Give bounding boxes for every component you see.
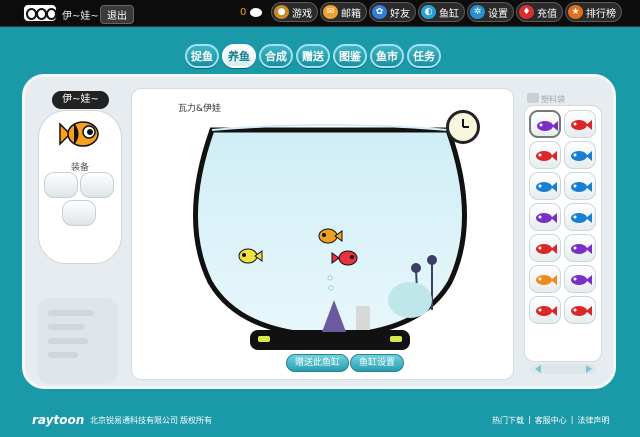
bag-slot[interactable] [564,141,596,169]
fish-item-icon [537,121,558,131]
inactive-info-panel [38,298,118,384]
fish-item-icon [571,275,592,285]
bag-next-arrow-icon[interactable] [586,365,592,373]
tab-gift[interactable]: 赠送 [296,44,330,68]
clock-icon[interactable] [446,110,480,144]
tab-catalog[interactable]: 图鉴 [333,44,367,68]
top-nav: ● 游戏 ✉ 邮箱 ✿ 好友 ◐ 鱼缸 ✲ 设置 ♦ 充值 ★ 排行榜 [271,2,622,22]
fish-bowl [193,124,467,350]
tab-raise-fish[interactable]: 养鱼 [222,44,256,68]
copyright-text: 版权所有 [180,416,212,425]
mail-icon: ✉ [323,5,338,19]
tab-catch-fish[interactable]: 捉鱼 [185,44,219,68]
footer-link-support[interactable]: 客服中心 [535,415,567,426]
footer-links: 热门下载 | 客服中心 | 法律声明 [492,415,609,426]
fish-item-icon [536,213,557,223]
fish-item-icon [571,213,592,223]
bag-slot[interactable] [564,234,596,262]
bag-slot[interactable] [529,296,561,324]
fish-item-icon [571,182,592,192]
nav-friends-button[interactable]: ✿ 好友 [369,2,416,22]
fish-item-icon [536,182,557,192]
fish-item-icon [536,151,557,161]
bag-slot[interactable] [564,203,596,231]
equip-slot[interactable] [62,200,96,226]
separator: | [570,415,574,424]
plastic-bag-icon [527,93,539,103]
tank-settings-button[interactable]: 鱼缸设置 [350,354,405,372]
nav-fishtank-button[interactable]: ◐ 鱼缸 [418,2,465,22]
bag-label: 塑料袋 [541,95,565,104]
top-bar: 伊~娃~ 退出 0 ● 游戏 ✉ 邮箱 ✿ 好友 ◐ 鱼缸 ✲ 设置 ♦ 充值 ★ 排行榜 [0,0,640,27]
fish-item-icon [571,151,592,161]
bag-slot[interactable] [529,265,561,293]
equip-slot[interactable] [44,172,78,198]
nav-recharge-button[interactable]: ♦ 充值 [516,2,563,22]
character-fish-icon [59,121,99,147]
separator: | [528,415,531,424]
bag-slot[interactable] [564,172,596,200]
message-bubble-icon[interactable] [250,8,262,17]
character-name: 伊~娃~ [52,91,109,109]
footer-link-downloads[interactable]: 热门下载 [492,415,524,426]
nav-game-button[interactable]: ● 游戏 [271,2,318,22]
fish-item-icon [536,306,557,316]
nav-ranking-button[interactable]: ★ 排行榜 [565,2,622,22]
nav-settings-button[interactable]: ✲ 设置 [467,2,514,22]
ranking-icon: ★ [568,5,583,19]
gift-tank-button[interactable]: 赠送此鱼缸 [286,354,350,372]
bag-prev-arrow-icon[interactable] [535,365,541,373]
fish-item-icon [571,120,592,130]
message-count: 0 [240,7,247,18]
recharge-icon: ♦ [519,5,534,19]
tab-synthesize[interactable]: 合成 [259,44,293,68]
fish-item-icon [536,275,557,285]
footer-link-legal[interactable]: 法律声明 [577,415,609,426]
fish-item-icon [571,306,592,316]
friends-icon: ✿ [372,5,387,19]
bag-slot[interactable] [564,265,596,293]
bag-slot[interactable] [529,141,561,169]
footer-logo[interactable]: raytoon [32,413,84,427]
game-icon: ● [274,5,289,19]
bag-slot[interactable] [529,203,561,231]
main-tabs: 捉鱼 养鱼 合成 赠送 图鉴 鱼市 任务 [185,44,441,68]
equip-slot[interactable] [80,172,114,198]
bag-slot[interactable] [529,234,561,262]
bag-slot[interactable] [564,110,596,138]
logout-button[interactable]: 退出 [100,5,134,24]
nav-mail-button[interactable]: ✉ 邮箱 [320,2,367,22]
bag-slot[interactable] [529,110,561,138]
equipment-label: 装备 [70,163,89,173]
bag-slot[interactable] [564,296,596,324]
tab-fish-market[interactable]: 鱼市 [370,44,404,68]
username: 伊~娃~ [62,11,99,22]
gear-icon: ✲ [470,5,485,19]
company-name: 北京锐易通科技有限公司 [90,416,178,425]
site-logo[interactable] [22,3,58,23]
fish-item-icon [571,244,592,254]
fishtank-icon: ◐ [421,5,436,19]
tab-tasks[interactable]: 任务 [407,44,441,68]
fish-item-icon [536,244,557,254]
bag-slot[interactable] [529,172,561,200]
